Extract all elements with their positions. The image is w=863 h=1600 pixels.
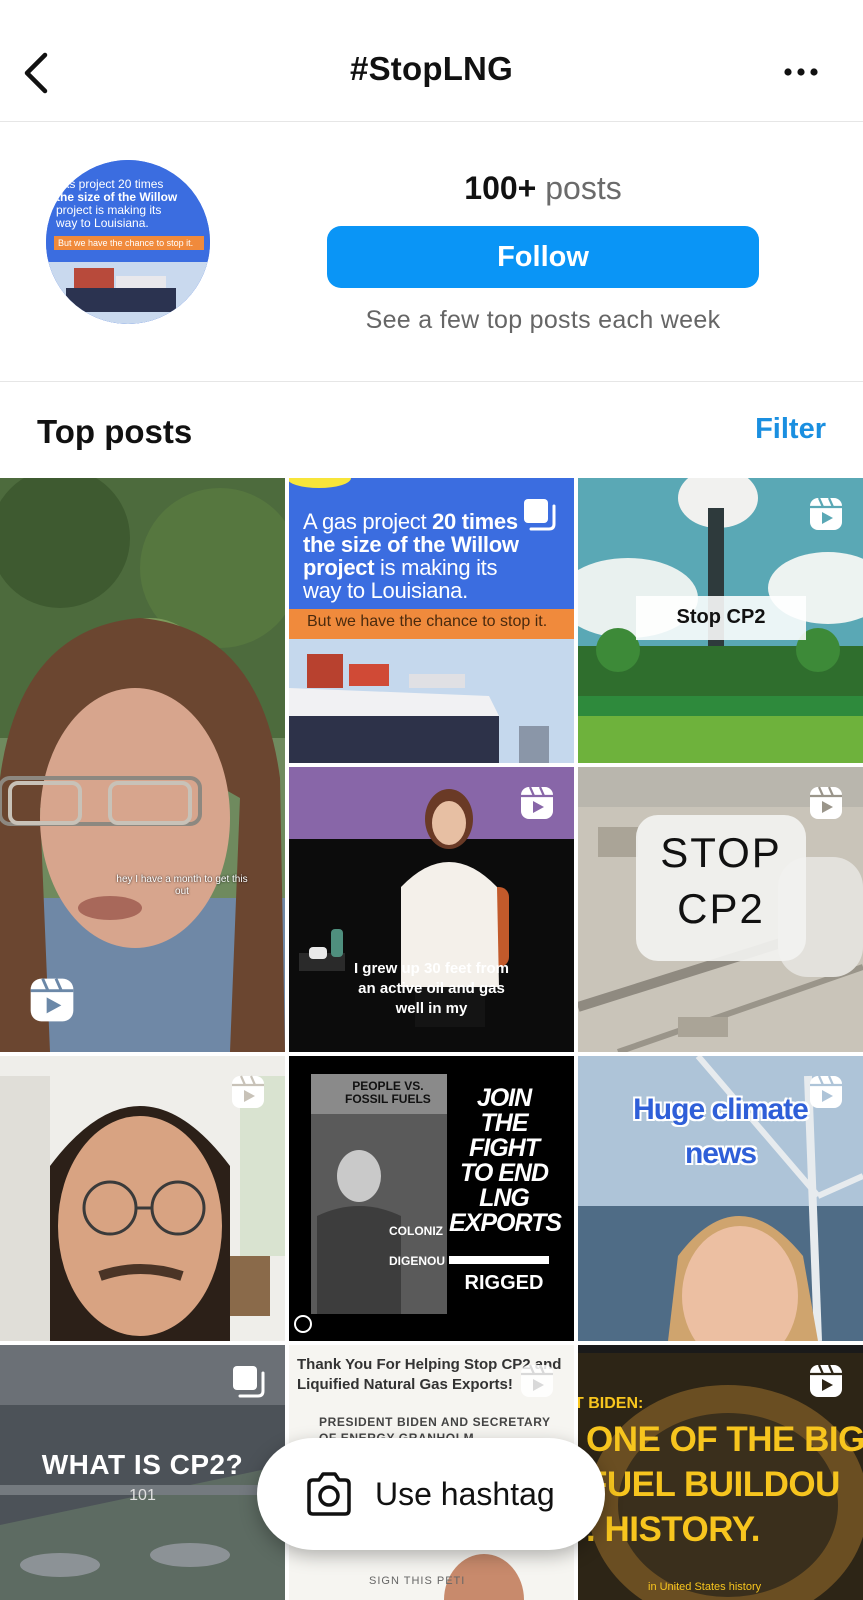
post-brand: RIGGED — [464, 1272, 544, 1294]
reels-icon — [521, 1364, 553, 1397]
headline-line: LNG — [479, 1184, 530, 1212]
carousel-icon — [524, 499, 556, 531]
post-tile[interactable]: I grew up 30 feet from an active oil and… — [289, 767, 574, 1052]
headline-line: ONE OF THE BIG — [586, 1420, 863, 1459]
reels-icon — [232, 1075, 264, 1108]
shirt-line: DIGENOU — [389, 1254, 446, 1268]
post-text-line: project — [303, 555, 375, 580]
post-label: STOP CP2 — [636, 825, 806, 937]
post-sign: PEOPLE VS. FOSSIL FUELS — [345, 1080, 431, 1106]
post-subtitle: 101 — [129, 1487, 156, 1504]
post-footer: SIGN THIS PETI — [369, 1575, 466, 1587]
follow-subtitle: See a few top posts each week — [365, 306, 721, 334]
hashtag-summary: gas project 20 times the size of the Wil… — [0, 122, 863, 382]
post-headline: JOIN THE FIGHT TO END LNG EXPORTS — [449, 1084, 562, 1237]
top-posts-header: Top posts Filter — [0, 383, 863, 478]
reels-icon — [810, 1364, 842, 1397]
post-banner: But we have the chance to stop it. — [307, 613, 548, 630]
post-title: WHAT IS CP2? — [41, 1449, 244, 1480]
avatar-caption: gas project 20 times the size of the Wil… — [56, 178, 206, 230]
headline-line: FUEL BUILDOU — [586, 1465, 840, 1504]
avatar-text: way to Louisiana. — [56, 216, 149, 230]
post-count-label: posts — [545, 170, 622, 206]
top-bar: #StopLNG — [0, 0, 863, 122]
post-tile[interactable]: T BIDEN: ONE OF THE BIG FUEL BUILDOU . H… — [578, 1345, 863, 1600]
post-count: 100+ posts — [327, 170, 759, 207]
carousel-icon — [233, 1366, 265, 1398]
post-thumbnail — [0, 478, 285, 1052]
headline-line: EXPORTS — [449, 1209, 562, 1237]
post-caption: hey I have a month to get this out — [112, 874, 252, 898]
headline-line: FIGHT — [469, 1134, 540, 1162]
follow-button[interactable]: Follow — [327, 226, 759, 288]
more-options-button[interactable] — [779, 56, 823, 88]
post-tile[interactable]: hey I have a month to get this out — [0, 478, 285, 1052]
use-hashtag-button[interactable]: Use hashtag — [257, 1438, 605, 1550]
caption-line: an active oil and gas — [358, 980, 505, 997]
caption-line: I grew up 30 feet from — [353, 960, 510, 977]
reels-icon — [521, 786, 553, 819]
post-tile[interactable] — [0, 1056, 285, 1341]
post-tile[interactable]: Stop CP2 — [578, 478, 863, 763]
post-tile[interactable]: PEOPLE VS. FOSSIL FUELS COLONIZ DIGENOU … — [289, 1056, 574, 1341]
caption-line: well in my — [395, 1000, 468, 1017]
post-text-line: is making its — [374, 555, 498, 580]
caption-line: hey I have a month to get this — [116, 874, 248, 885]
headline-line: JOIN — [476, 1084, 532, 1112]
post-label: Stop CP2 — [676, 606, 766, 628]
post-headline: ONE OF THE BIG FUEL BUILDOU . HISTORY. — [586, 1417, 863, 1552]
headline-line: THE — [480, 1109, 529, 1137]
shirt-line: COLONIZ — [389, 1224, 443, 1238]
posts-grid: hey I have a month to get this out A gas… — [0, 478, 863, 1600]
body-line: PRESIDENT BIDEN AND SECRETARY — [319, 1415, 551, 1429]
post-tile[interactable]: STOP CP2 — [578, 767, 863, 1052]
post-tile[interactable]: A gas project 20 times the size of the W… — [289, 478, 574, 763]
reels-icon — [810, 786, 842, 819]
post-text-line: way to Louisiana. — [303, 578, 468, 603]
post-caption: I grew up 30 feet from an active oil and… — [299, 959, 564, 1019]
post-footnote: in United States history — [648, 1581, 762, 1593]
label-line: CP2 — [677, 885, 765, 932]
post-text-line: A gas project — [303, 509, 433, 534]
camera-icon — [307, 1472, 351, 1516]
page-title: #StopLNG — [350, 50, 513, 87]
label-line: STOP — [660, 829, 782, 876]
headline-line: news — [684, 1137, 757, 1170]
avatar-banner: But we have the chance to stop it. — [58, 238, 194, 248]
headline-line: . HISTORY. — [586, 1510, 760, 1549]
post-text-line: the size of the Willow — [303, 532, 519, 557]
section-title: Top posts — [37, 413, 193, 450]
post-tile[interactable]: Huge climate news — [578, 1056, 863, 1341]
filter-button[interactable]: Filter — [755, 413, 826, 446]
reels-icon — [810, 1075, 842, 1108]
post-tile[interactable]: WHAT IS CP2? 101 — [0, 1345, 285, 1600]
caption-line: out — [175, 886, 189, 897]
reels-icon — [30, 978, 74, 1022]
post-count-number: 100+ — [464, 170, 537, 206]
post-shirt-text: COLONIZ DIGENOU — [389, 1216, 445, 1276]
sign-line: FOSSIL FUELS — [345, 1092, 431, 1106]
headline-line: TO END — [460, 1159, 549, 1187]
hashtag-avatar[interactable]: gas project 20 times the size of the Wil… — [46, 160, 210, 324]
more-horizontal-icon — [784, 68, 818, 76]
post-text-line: 20 times — [432, 509, 518, 534]
reels-icon — [810, 497, 842, 530]
use-hashtag-label: Use hashtag — [375, 1475, 555, 1512]
